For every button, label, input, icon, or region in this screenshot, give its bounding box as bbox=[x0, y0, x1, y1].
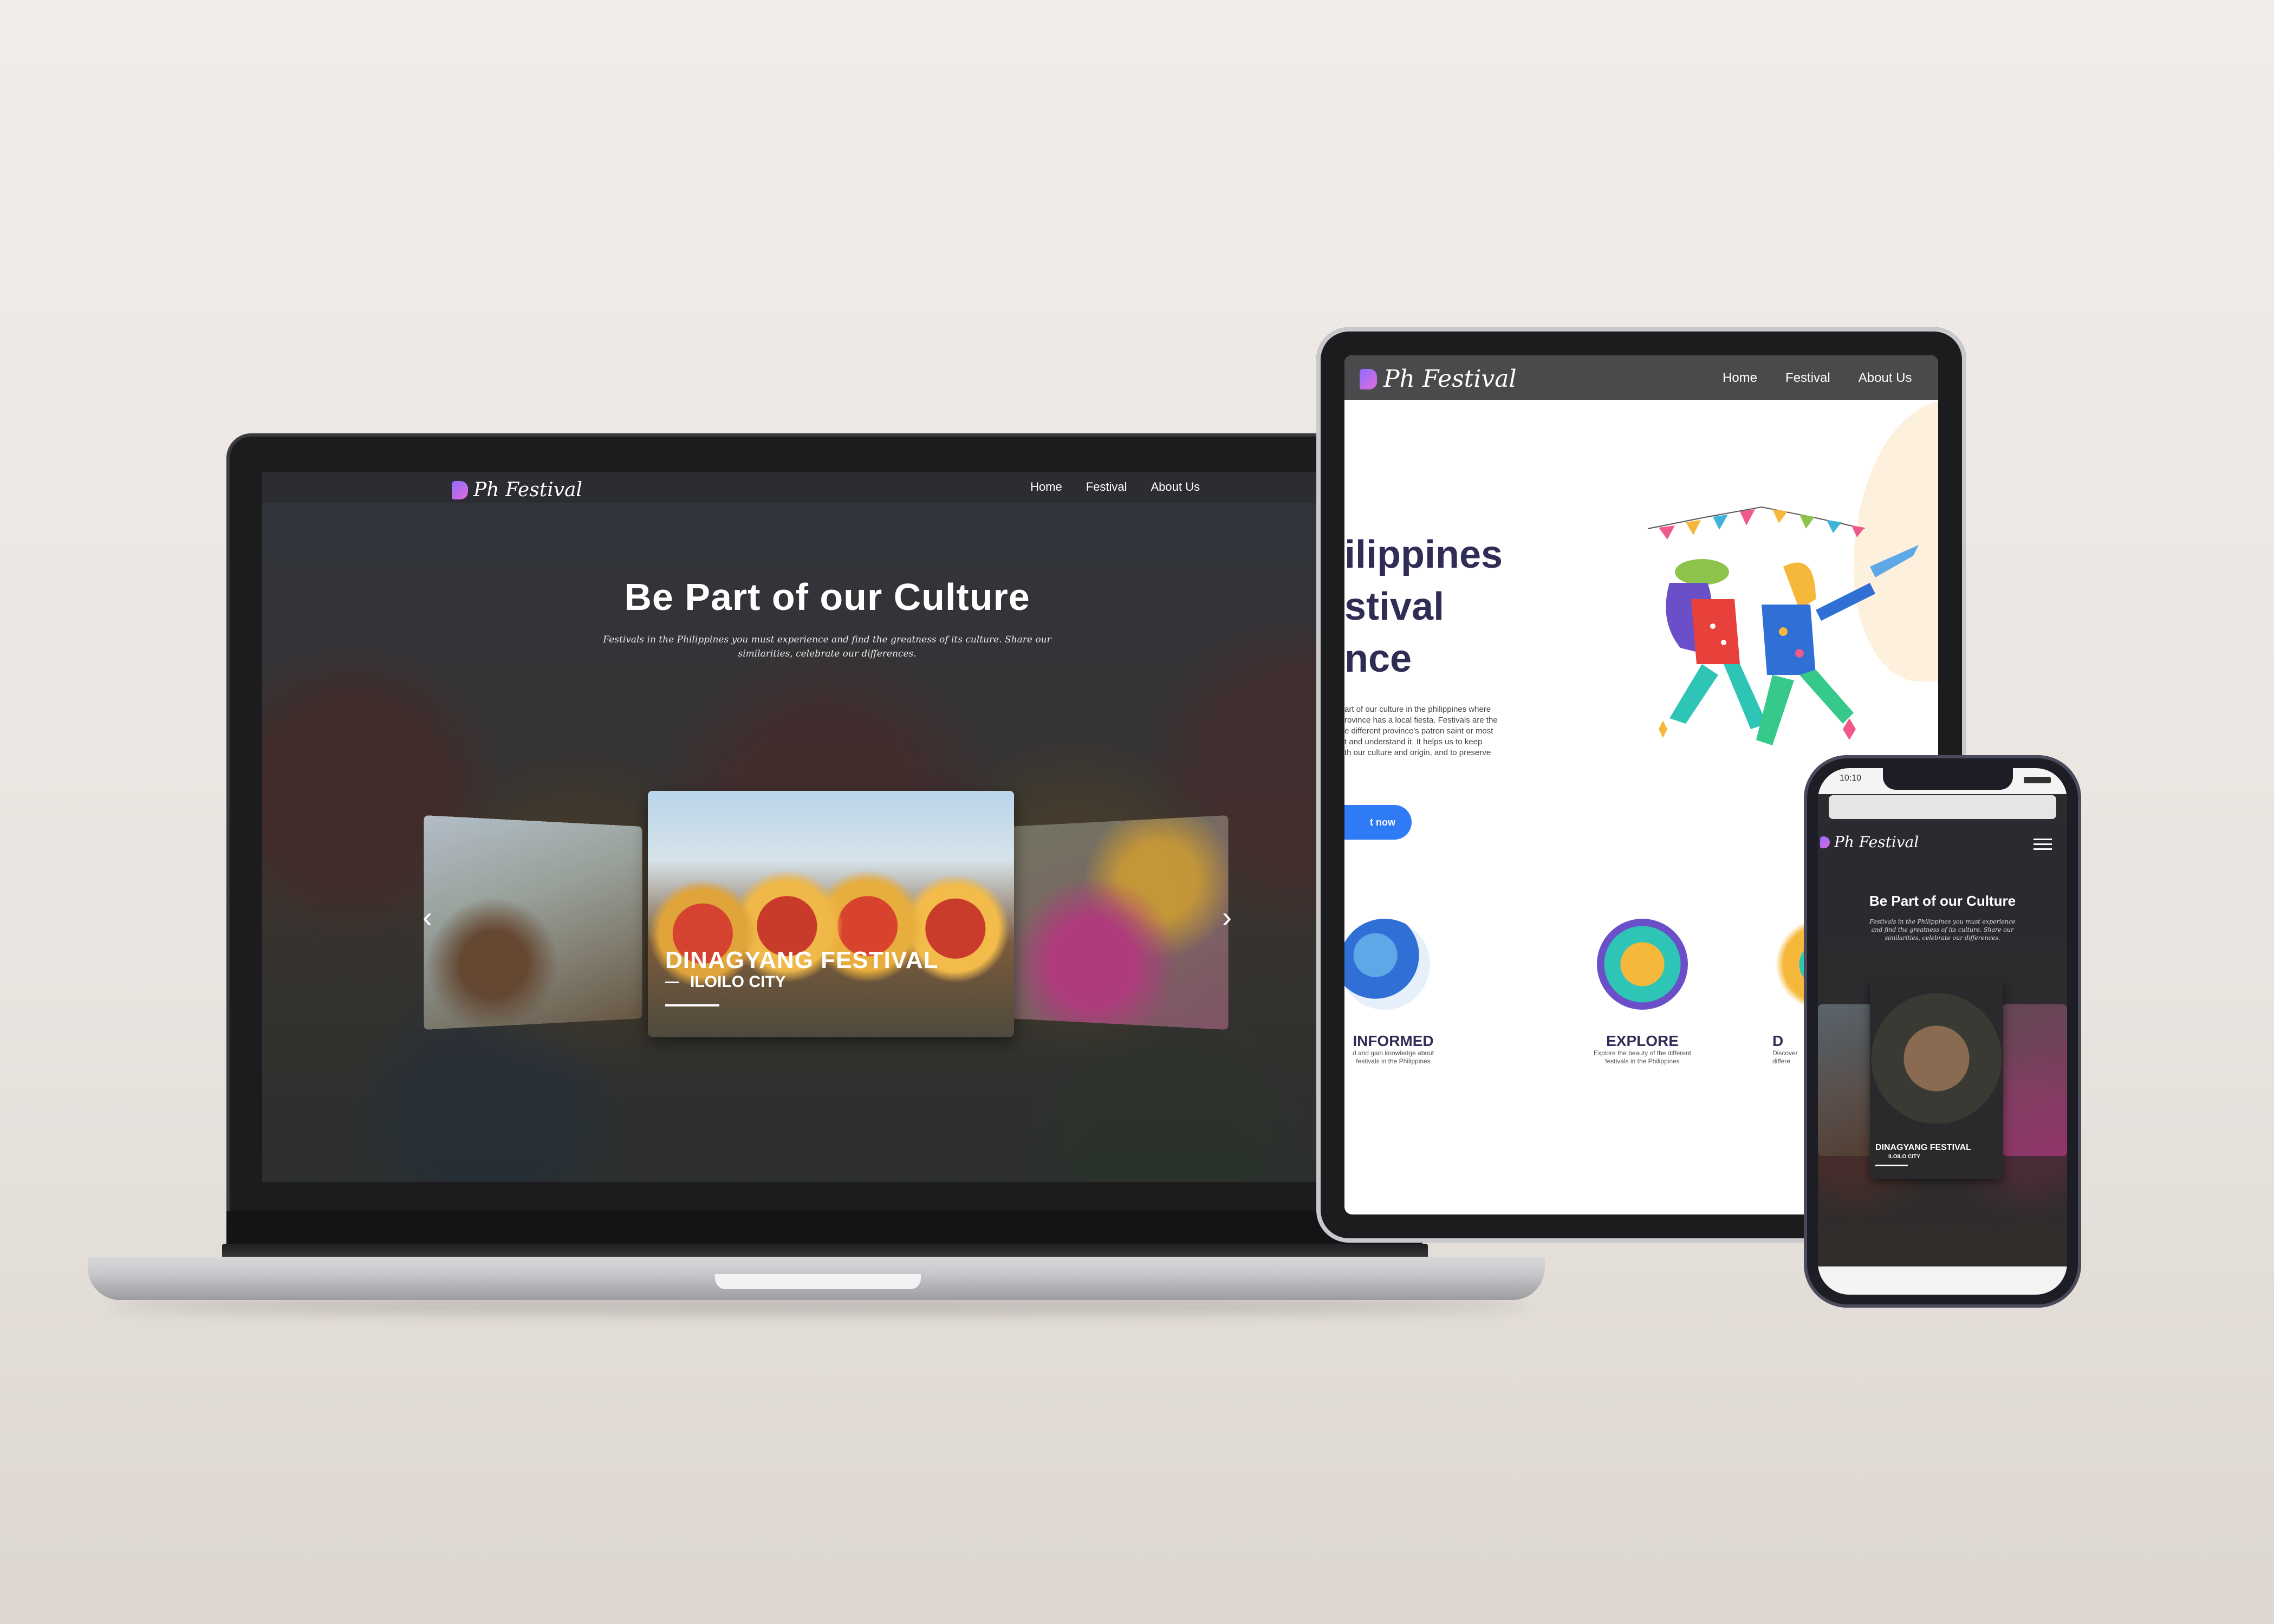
laptop-trackpad-notch bbox=[715, 1274, 921, 1289]
tablet-cta-button[interactable]: t now bbox=[1344, 805, 1412, 840]
explore-feature-image bbox=[1597, 919, 1688, 1010]
informed-feature-image bbox=[1344, 919, 1430, 1010]
phone-brand-logo-icon bbox=[1820, 836, 1830, 848]
tablet-heading-line-2: stival bbox=[1344, 585, 1445, 628]
tablet-paragraph-line: rovince has a local fiesta. Festivals ar… bbox=[1344, 716, 1498, 725]
tablet-cta-label: t now bbox=[1370, 817, 1395, 828]
phone-hero-title: Be Part of our Culture bbox=[1869, 893, 2016, 909]
informed-feature-line-2: festivals in the Philippines bbox=[1356, 1057, 1431, 1065]
browser-address-bar[interactable] bbox=[1829, 795, 2056, 819]
hero-subtitle-line-1: Festivals in the Philippines you must ex… bbox=[603, 634, 1051, 645]
tablet-heading-line-1: ilippines bbox=[1344, 533, 1503, 576]
brand-name: Ph Festival bbox=[473, 479, 582, 501]
explore-feature-line-2: festivals in the Philippines bbox=[1605, 1057, 1680, 1065]
carousel-card-title: DINAGYANG FESTIVAL bbox=[665, 947, 939, 973]
hero-title: Be Part of our Culture bbox=[624, 576, 1030, 618]
explore-feature-line-1: Explore the beauty of the different bbox=[1594, 1049, 1691, 1057]
tablet-paragraph-line: th our culture and origin, and to preser… bbox=[1344, 748, 1491, 757]
carousel-card-active[interactable]: DINAGYANG FESTIVAL ILOILO CITY bbox=[648, 791, 1014, 1037]
phone-carousel-card-next[interactable] bbox=[2002, 1004, 2067, 1156]
phone-website-screen: 10:10 Ph Festival Be Part of our Culture… bbox=[1818, 768, 2067, 1295]
desktop-website-screen: Ph Festival Home Festival About Us Be Pa… bbox=[262, 472, 1392, 1182]
phone-clock: 10:10 bbox=[1840, 774, 1862, 783]
phone-status-bar: 10:10 bbox=[1818, 768, 2067, 794]
informed-feature-line-1: d and gain knowledge about bbox=[1352, 1049, 1434, 1057]
brand-logo-icon bbox=[452, 480, 468, 499]
nav-about-us-link[interactable]: About Us bbox=[1151, 480, 1200, 494]
phone-card-title: DINAGYANG FESTIVAL bbox=[1875, 1143, 1971, 1152]
phone-carousel-card-previous[interactable] bbox=[1818, 1004, 1872, 1156]
tablet-hero-heading: ilippines stival nce bbox=[1344, 529, 1503, 685]
phone-brand-name: Ph Festival bbox=[1834, 833, 1919, 851]
browser-bottom-bar bbox=[1818, 1266, 2067, 1295]
signal-battery-icon bbox=[2024, 777, 2051, 783]
explore-feature-title: EXPLORE bbox=[1606, 1032, 1679, 1049]
phone-hero-subtitle-line-1: Festivals in the Philippines you must ex… bbox=[1869, 918, 2016, 925]
carousel-card-previous[interactable] bbox=[424, 815, 642, 1030]
tablet-hero-paragraph: art of our culture in the philippines wh… bbox=[1344, 704, 1539, 758]
laptop-bezel-bottom bbox=[226, 1211, 1422, 1244]
desktop-nav-links: Home Festival About Us bbox=[1030, 480, 1200, 494]
tablet-nav-home-link[interactable]: Home bbox=[1723, 371, 1757, 386]
hero-subtitle-line-2: similarities, celebrate our differences. bbox=[738, 648, 917, 659]
dancing-people-illustration bbox=[1647, 506, 1919, 745]
tablet-heading-line-3: nce bbox=[1344, 637, 1412, 680]
carousel-next-button[interactable]: › bbox=[1222, 900, 1232, 934]
carousel-prev-button[interactable]: ‹ bbox=[423, 900, 432, 934]
card-dash bbox=[665, 982, 679, 983]
hero-subtitle: Festivals in the Philippines you must ex… bbox=[533, 633, 1121, 661]
carousel-card-next[interactable] bbox=[1010, 815, 1229, 1030]
tablet-paragraph-line: art of our culture in the philippines wh… bbox=[1344, 705, 1491, 714]
desktop-navbar bbox=[262, 472, 1392, 503]
card-underline bbox=[665, 1004, 719, 1006]
informed-feature: INFORMED d and gain knowledge about fest… bbox=[1344, 1032, 1453, 1066]
nav-festival-link[interactable]: Festival bbox=[1086, 480, 1127, 494]
phone-hero-subtitle-line-2: and find the greatness of its culture. S… bbox=[1871, 926, 2014, 933]
phone-hero-subtitle: Festivals in the Philippines you must ex… bbox=[1840, 918, 2045, 942]
phone-carousel-card-active[interactable]: DINAGYANG FESTIVAL ILOILO CITY bbox=[1870, 978, 2003, 1179]
explore-feature: EXPLORE Explore the beauty of the differ… bbox=[1577, 1032, 1707, 1066]
tablet-brand[interactable]: Ph Festival bbox=[1360, 365, 1517, 393]
chevron-left-icon: ‹ bbox=[423, 901, 432, 933]
phone-card-underline bbox=[1875, 1165, 1908, 1166]
informed-feature-title: INFORMED bbox=[1353, 1032, 1434, 1049]
tablet-nav-festival-link[interactable]: Festival bbox=[1785, 371, 1830, 386]
phone-hero-subtitle-line-3: similarities, celebrate our differences. bbox=[1885, 934, 2000, 941]
chevron-right-icon: › bbox=[1222, 901, 1232, 933]
phone-brand[interactable]: Ph Festival bbox=[1820, 833, 1919, 851]
tablet-paragraph-line: e different province's patron saint or m… bbox=[1344, 726, 1493, 736]
tablet-brand-name: Ph Festival bbox=[1383, 365, 1517, 393]
tablet-brand-logo-icon bbox=[1360, 368, 1377, 389]
hamburger-menu-icon[interactable] bbox=[2033, 839, 2052, 850]
desktop-brand[interactable]: Ph Festival bbox=[452, 479, 582, 501]
carousel-card-location: ILOILO CITY bbox=[690, 973, 786, 991]
tablet-nav-links: Home Festival About Us bbox=[1723, 371, 1912, 386]
phone-notch bbox=[1883, 768, 2013, 790]
tablet-nav-about-us-link[interactable]: About Us bbox=[1859, 371, 1912, 386]
tablet-paragraph-line: t and understand it. It helps us to keep bbox=[1344, 737, 1483, 746]
nav-home-link[interactable]: Home bbox=[1030, 480, 1062, 494]
phone-card-location: ILOILO CITY bbox=[1888, 1154, 1920, 1160]
